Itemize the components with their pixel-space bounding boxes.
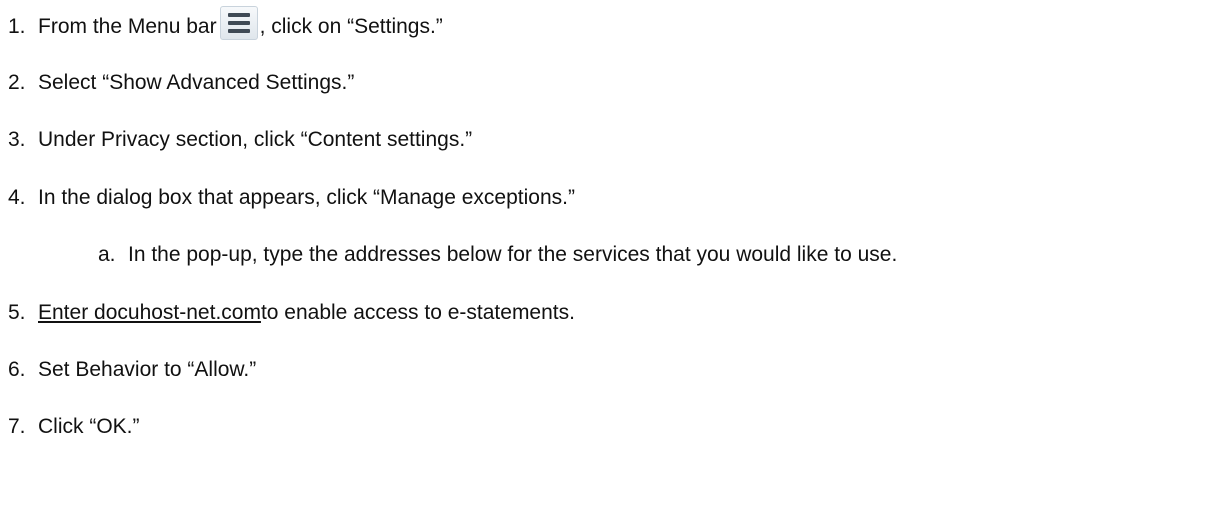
step-text: From the Menu bar <box>38 15 217 38</box>
step-text-after: to enable access to e-statements. <box>260 301 575 324</box>
step-text: Set Behavior to “Allow.” <box>38 358 257 381</box>
step-text: Click “OK.” <box>38 415 140 438</box>
step-number: 3. <box>8 128 26 151</box>
step-number: 5. <box>8 301 26 324</box>
step-number: 2. <box>8 71 26 94</box>
hamburger-menu-icon <box>219 6 258 40</box>
step-7: 7. Click “OK.” <box>0 412 140 442</box>
step-text: In the pop-up, type the addresses below … <box>128 243 898 266</box>
step-5: 5. Enter docuhost-net.com to enable acce… <box>0 298 575 328</box>
step-text: In the dialog box that appears, click “M… <box>38 186 575 209</box>
step-4: 4. In the dialog box that appears, click… <box>0 183 575 213</box>
step-2: 2. Select “Show Advanced Settings.” <box>0 68 354 98</box>
docuhost-link[interactable]: Enter docuhost-net.com <box>38 301 261 325</box>
step-number: 6. <box>8 358 26 381</box>
step-number: a. <box>98 243 116 266</box>
step-number: 7. <box>8 415 26 438</box>
step-text-after: , click on “Settings.” <box>259 15 443 38</box>
step-6: 6. Set Behavior to “Allow.” <box>0 355 256 385</box>
step-text: Select “Show Advanced Settings.” <box>38 71 355 94</box>
step-number: 4. <box>8 186 26 209</box>
step-1: 1. From the Menu bar , click on “Setting… <box>0 6 443 42</box>
step-3: 3. Under Privacy section, click “Content… <box>0 125 472 155</box>
step-4a: a. In the pop-up, type the addresses bel… <box>98 240 897 270</box>
step-number: 1. <box>8 15 26 38</box>
step-text: Under Privacy section, click “Content se… <box>38 128 473 151</box>
